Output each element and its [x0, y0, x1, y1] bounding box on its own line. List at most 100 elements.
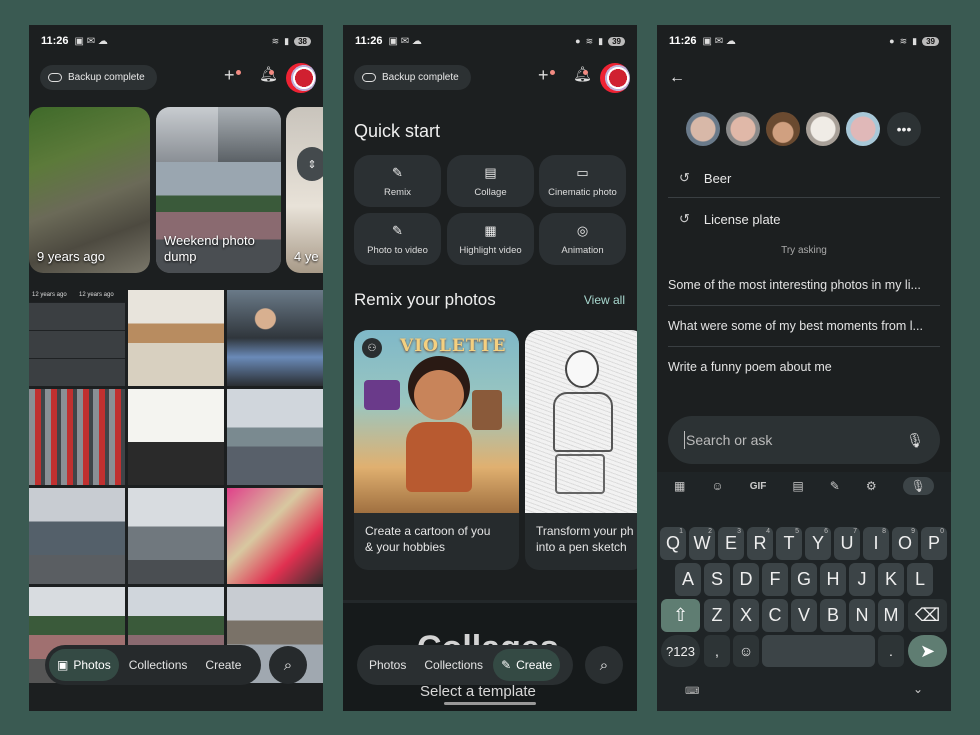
- photo-thumbnail[interactable]: [227, 389, 323, 485]
- memory-card[interactable]: Weekend photo dump: [156, 107, 281, 273]
- key-l[interactable]: L: [907, 563, 933, 596]
- key-e[interactable]: E3: [718, 527, 744, 560]
- pet-avatar[interactable]: [806, 112, 840, 146]
- suggestion-item[interactable]: Some of the most interesting photos in m…: [668, 278, 942, 292]
- add-icon[interactable]: +: [538, 65, 549, 86]
- photo-thumbnail[interactable]: [128, 389, 224, 485]
- back-arrow-icon[interactable]: ←: [669, 69, 685, 87]
- key-c[interactable]: C: [762, 599, 788, 632]
- photo-thumbnail[interactable]: [128, 290, 224, 386]
- mic-icon[interactable]: 🎙︎: [906, 432, 924, 449]
- person-avatar[interactable]: [766, 112, 800, 146]
- view-all-link[interactable]: View all: [584, 293, 625, 307]
- key-label: K: [884, 569, 897, 589]
- nav-tab-photos[interactable]: Photos: [361, 649, 414, 681]
- person-avatar[interactable]: [726, 112, 760, 146]
- backup-status-pill[interactable]: Backup complete: [354, 65, 471, 90]
- key-p[interactable]: P0: [921, 527, 947, 560]
- tile-photo-to-video[interactable]: ✎ Photo to video: [354, 213, 441, 265]
- ask-photos-button[interactable]: ⌕: [585, 646, 623, 684]
- photo-thumbnail[interactable]: 12 years ago 12 years ago: [29, 290, 125, 386]
- remix-card-pen-sketch[interactable]: Transform your ph into a pen sketch: [525, 330, 637, 570]
- memory-card[interactable]: 9 years ago: [29, 107, 150, 273]
- history-item[interactable]: ↺ Beer: [679, 170, 731, 186]
- key-n[interactable]: N: [849, 599, 875, 632]
- nav-tab-collections[interactable]: Collections: [121, 649, 196, 681]
- scroll-handle[interactable]: ⇕: [297, 147, 323, 181]
- sticker-icon[interactable]: ☺: [711, 479, 723, 493]
- add-badge-dot: [550, 70, 555, 75]
- photo-thumbnail[interactable]: [227, 290, 323, 386]
- clipboard-icon[interactable]: ▤: [792, 479, 803, 493]
- key-d[interactable]: D: [733, 563, 759, 596]
- ask-photos-button[interactable]: ⌕: [269, 646, 307, 684]
- add-icon[interactable]: +: [224, 65, 235, 86]
- backup-status-pill[interactable]: Backup complete: [40, 65, 157, 90]
- key-y[interactable]: Y6: [805, 527, 831, 560]
- key-h[interactable]: H: [820, 563, 846, 596]
- key-t[interactable]: T5: [776, 527, 802, 560]
- photo-thumbnail[interactable]: [29, 488, 125, 584]
- key-u[interactable]: U7: [834, 527, 860, 560]
- send-key[interactable]: ➤: [908, 635, 947, 667]
- key-o[interactable]: O9: [892, 527, 918, 560]
- nav-tab-photos[interactable]: ▣ Photos: [49, 649, 119, 681]
- gif-button[interactable]: GIF: [750, 481, 767, 492]
- key-v[interactable]: V: [791, 599, 817, 632]
- history-item[interactable]: ↺ License plate: [679, 211, 781, 227]
- nav-tab-collections[interactable]: Collections: [416, 649, 491, 681]
- symbols-key[interactable]: ?123: [661, 635, 700, 667]
- photo-thumbnail[interactable]: [128, 488, 224, 584]
- key-z[interactable]: Z: [704, 599, 730, 632]
- keyboard-mic-icon[interactable]: 🎙︎: [902, 477, 934, 495]
- suggestion-item[interactable]: What were some of my best moments from l…: [668, 319, 942, 333]
- person-avatar[interactable]: [846, 112, 880, 146]
- memory-card[interactable]: 4 ye: [286, 107, 323, 273]
- signal-icon: ▮: [598, 35, 604, 46]
- account-avatar[interactable]: [286, 63, 316, 93]
- collage-icon: ▤: [484, 164, 497, 180]
- key-q[interactable]: Q1: [660, 527, 686, 560]
- photo-thumbnail[interactable]: [227, 488, 323, 584]
- key-w[interactable]: W2: [689, 527, 715, 560]
- key-a[interactable]: A: [675, 563, 701, 596]
- key-x[interactable]: X: [733, 599, 759, 632]
- apps-grid-icon[interactable]: ▦: [674, 479, 685, 493]
- more-people-button[interactable]: •••: [887, 112, 921, 146]
- period-key[interactable]: .: [878, 635, 904, 667]
- person-avatar[interactable]: [686, 112, 720, 146]
- key-r[interactable]: R4: [747, 527, 773, 560]
- key-i[interactable]: I8: [863, 527, 889, 560]
- spacebar-key[interactable]: [762, 635, 875, 667]
- shift-key[interactable]: ⇧: [661, 599, 700, 632]
- search-input[interactable]: Search or ask 🎙︎: [668, 416, 940, 464]
- key-label: Z: [711, 605, 723, 625]
- keyboard-switch-icon[interactable]: ⌨: [685, 686, 699, 697]
- suggestion-item[interactable]: Write a funny poem about me: [668, 360, 942, 374]
- photo-thumbnail[interactable]: [29, 389, 125, 485]
- key-s[interactable]: S: [704, 563, 730, 596]
- comma-key[interactable]: ,: [704, 635, 730, 667]
- backspace-key[interactable]: ⌫: [908, 599, 947, 632]
- key-b[interactable]: B: [820, 599, 846, 632]
- tile-collage[interactable]: ▤ Collage: [447, 155, 534, 207]
- hide-keyboard-icon[interactable]: ⌄: [913, 682, 923, 696]
- tile-highlight-video[interactable]: ▦ Highlight video: [447, 213, 534, 265]
- account-avatar[interactable]: [600, 63, 630, 93]
- key-j[interactable]: J: [849, 563, 875, 596]
- tile-remix[interactable]: ✎ Remix: [354, 155, 441, 207]
- key-k[interactable]: K: [878, 563, 904, 596]
- ask-photos-screen: 11:26 ▣ ✉ ☁ ● ≋ ▮ 39 ← ••• ↺ Beer ↺ License p…: [657, 25, 951, 711]
- settings-gear-icon[interactable]: ⚙: [866, 479, 877, 493]
- nav-tab-create[interactable]: Create: [197, 649, 249, 681]
- key-label: S: [710, 569, 723, 589]
- ai-writing-icon[interactable]: ✎: [830, 479, 840, 493]
- nav-tab-create[interactable]: ✎ Create: [493, 649, 561, 681]
- emoji-key[interactable]: ☺: [733, 635, 759, 667]
- key-m[interactable]: M: [878, 599, 904, 632]
- tile-cinematic-photo[interactable]: ▭ Cinematic photo: [539, 155, 626, 207]
- key-g[interactable]: G: [791, 563, 817, 596]
- remix-card-cartoon[interactable]: ⚇ VIOLETTE Create a cartoon of you & you…: [354, 330, 519, 570]
- tile-animation[interactable]: ◎ Animation: [539, 213, 626, 265]
- key-f[interactable]: F: [762, 563, 788, 596]
